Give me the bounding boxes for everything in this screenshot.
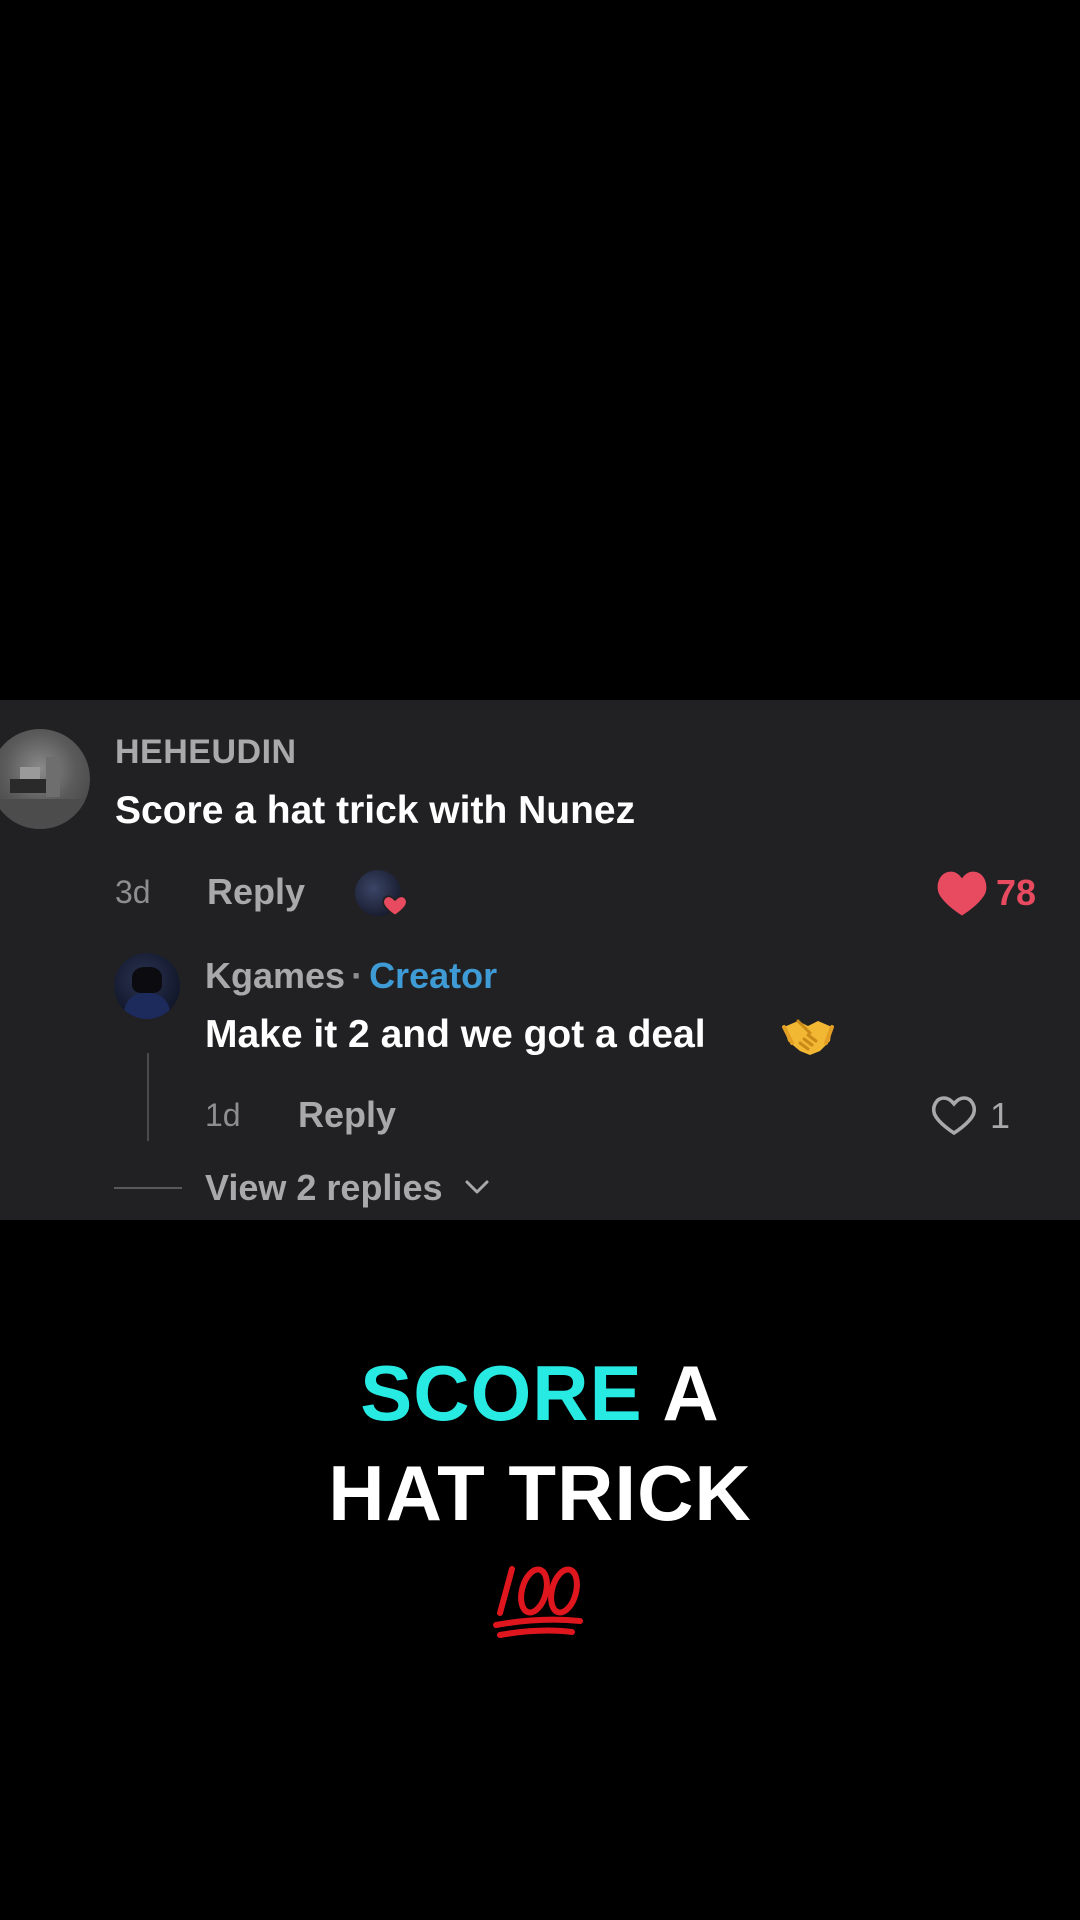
comment-text: Score a hat trick with Nunez (115, 789, 636, 832)
reply-text: Make it 2 and we got a deal (205, 1013, 706, 1056)
separator-dot: · (351, 955, 364, 996)
caption-line-2: HAT TRICK (328, 1449, 752, 1537)
creator-badge: Creator (369, 955, 498, 996)
comment-like-count: 78 (996, 872, 1037, 913)
heart-outline-icon[interactable] (930, 1092, 978, 1138)
thread-line (147, 1053, 149, 1141)
hundred-points-icon (493, 1566, 583, 1638)
creator-heart-icon (382, 895, 408, 917)
comment-age: 3d (115, 874, 151, 910)
caption-line-1: SCORE A (0, 1348, 1080, 1439)
view-replies-button[interactable]: View 2 replies (205, 1167, 442, 1209)
reply-reply-button[interactable]: Reply (298, 1094, 396, 1136)
commenter-username[interactable]: HEHEUDIN (115, 733, 297, 772)
heart-filled-icon[interactable] (935, 868, 989, 918)
creator-avatar[interactable] (114, 953, 180, 1019)
caption-accent-word: SCORE (360, 1349, 643, 1437)
caption-line-1-rest: A (662, 1349, 720, 1437)
handshake-icon (782, 1019, 834, 1055)
reply-author-line: Kgames · Creator (205, 955, 497, 997)
comment-reply-button[interactable]: Reply (207, 871, 305, 913)
reply-like-count: 1 (990, 1095, 1011, 1136)
reply-age: 1d (205, 1097, 241, 1133)
comment-card: HEHEUDIN Score a hat trick with Nunez 3d… (0, 700, 1080, 1220)
chevron-down-icon[interactable] (463, 1177, 491, 1197)
reply-username[interactable]: Kgames (205, 955, 345, 996)
commenter-avatar[interactable] (0, 729, 90, 829)
view-replies-divider (114, 1187, 182, 1189)
